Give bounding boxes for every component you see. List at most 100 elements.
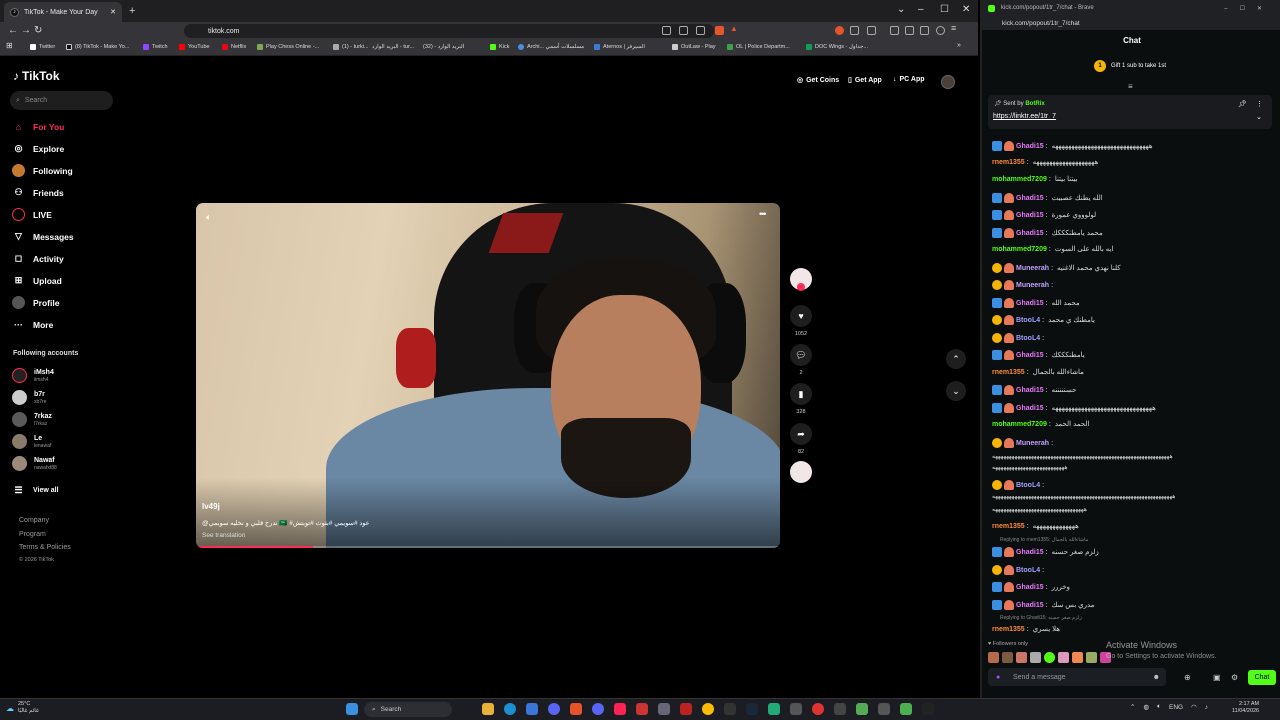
chevron-down-icon[interactable]: ⌄	[1256, 113, 1262, 121]
weather-widget[interactable]: 25°C غائم غالبًا	[18, 701, 39, 715]
like-button[interactable]: ♥ 1052	[790, 305, 812, 337]
creator-avatar-button[interactable]	[790, 268, 812, 291]
nav-more[interactable]: ··· More	[12, 318, 53, 331]
emote-icon[interactable]	[1002, 652, 1013, 663]
app-icon[interactable]	[768, 703, 780, 715]
chat-message[interactable]: Ghadi15: ههههههههههههههههههههههههههههههه	[992, 141, 1153, 151]
bookmark-inbox2[interactable]: (32) - البريد الوارد	[423, 44, 464, 50]
chat-message-input[interactable]: ● Send a message ☻	[988, 668, 1166, 686]
app-icon[interactable]	[680, 703, 692, 715]
pinned-message[interactable]: 📌︎ Sent by BotRix https://linktr.ee/1tr_…	[988, 95, 1272, 129]
rewards-icon[interactable]	[696, 26, 705, 35]
nav-friends[interactable]: ⚇ Friends	[12, 186, 63, 199]
video-player[interactable]: 🔈︎ ••• lv49j @ندرج قلبي و نخليه سويمي 🇸🇦…	[196, 203, 780, 548]
bookmark-turki[interactable]: (1) - turki...	[333, 44, 369, 50]
chat-message[interactable]: Ghadi15: محمد يامطنكككك	[992, 228, 1103, 238]
chat-username[interactable]: rnem1355	[992, 159, 1025, 166]
chat-message[interactable]: mohammed7209: الحمد الحمد	[992, 420, 1089, 429]
nav-explore[interactable]: ◎ Explore	[12, 142, 65, 155]
video-author[interactable]: lv49j	[202, 502, 220, 511]
unpin-icon[interactable]: 📌︎	[1238, 100, 1247, 108]
chat-message[interactable]: Muneerah: كلنا نهدي محمد الاغنيه	[992, 263, 1121, 273]
gift-banner[interactable]: 1 Gift 1 sub to take 1st	[1094, 60, 1166, 72]
wifi-icon[interactable]: ◠	[1191, 703, 1197, 711]
app-icon[interactable]	[812, 703, 824, 715]
chat-username[interactable]: Muneerah	[1016, 282, 1049, 289]
extension-icon[interactable]	[662, 26, 671, 35]
address-bar[interactable]: tiktok.com	[184, 24, 714, 38]
chat-message[interactable]: BtooL4: يامطنك ي محمد	[992, 315, 1095, 325]
tiktok-logo[interactable]: ♪ TikTok	[13, 69, 60, 83]
sound-avatar-button[interactable]	[790, 461, 812, 483]
chat-message[interactable]: rnem1355: ماشاءالله بالجمال	[992, 368, 1084, 377]
app-icon[interactable]	[922, 703, 934, 715]
nav-following[interactable]: Following	[12, 164, 73, 177]
wallet-icon[interactable]	[920, 26, 929, 35]
chat-message[interactable]: Muneerah:	[992, 280, 1057, 290]
discord-icon[interactable]	[548, 703, 560, 715]
chat-username[interactable]: Ghadi15	[1016, 405, 1044, 412]
chevron-down-icon[interactable]: ⌄	[946, 381, 966, 401]
volume-icon[interactable]: 🔈︎	[206, 212, 211, 223]
share-button[interactable]: ➦ 82	[790, 423, 812, 455]
pinned-link[interactable]: https://linktr.ee/1tr_7	[993, 113, 1056, 120]
bookmark-twitch[interactable]: Twitch	[143, 44, 168, 50]
store-icon[interactable]	[526, 703, 538, 715]
settings-icon[interactable]: ⚙	[1231, 673, 1238, 682]
steam-icon[interactable]	[746, 703, 758, 715]
points-icon[interactable]: ⊕	[1184, 673, 1191, 682]
menu-icon[interactable]: ≡	[951, 23, 960, 33]
more-vertical-icon[interactable]: ⋮	[1256, 100, 1263, 108]
brave-rewards-icon[interactable]: ▲	[730, 24, 739, 33]
minecraft-icon[interactable]	[900, 703, 912, 715]
search-input[interactable]: ⌕ Search	[10, 91, 113, 110]
chat-username[interactable]: Ghadi15	[1016, 602, 1044, 609]
account-item[interactable]: Nawaf nawafxt88	[12, 456, 57, 471]
chat-message[interactable]: Ghadi15: زلزم صغر حسنه	[992, 547, 1099, 557]
chat-username[interactable]: Muneerah	[1016, 265, 1049, 272]
share-icon[interactable]	[679, 26, 688, 35]
chat-username[interactable]: Ghadi15	[1016, 300, 1044, 307]
network-icon[interactable]: ◍	[1143, 703, 1149, 711]
chat-username[interactable]: Ghadi15	[1016, 212, 1044, 219]
user-avatar[interactable]	[941, 75, 955, 89]
pc-app-button[interactable]: ↓ PC App	[893, 76, 925, 83]
bookmark-aternos[interactable]: Aternos | السيرفر	[594, 44, 645, 50]
chat-username[interactable]: Ghadi15	[1016, 143, 1044, 150]
nav-upload[interactable]: ⊞ Upload	[12, 274, 62, 287]
emote-icon[interactable]	[1072, 652, 1083, 663]
nav-messages[interactable]: ▽ Messages	[12, 230, 74, 243]
discord-ptb-icon[interactable]	[592, 703, 604, 715]
chat-username[interactable]: BtooL4	[1016, 567, 1040, 574]
sound-icon[interactable]: ♪	[1205, 704, 1208, 711]
music-icon[interactable]	[890, 26, 899, 35]
chat-username[interactable]: mohammed7209	[992, 176, 1047, 183]
account-item[interactable]: 7rkaz l7rkaz	[12, 412, 52, 427]
window-controls[interactable]: –☐✕	[1224, 5, 1274, 12]
chat-username[interactable]: rnem1355	[992, 369, 1025, 376]
bookmark-inbox[interactable]: البريد الوارد - tur...	[372, 44, 414, 50]
bookmark-tiktok[interactable]: (8) TikTok - Make Yo...	[66, 44, 129, 50]
close-window-icon[interactable]: ✕	[962, 4, 970, 15]
chat-username[interactable]: Ghadi15	[1016, 352, 1044, 359]
footer-company[interactable]: Company	[19, 517, 49, 524]
chat-message[interactable]: rnem1355: هههههههههههههه	[992, 522, 1079, 531]
chat-message[interactable]: Ghadi15: الله يطنك عصبيت	[992, 193, 1103, 203]
mic-icon[interactable]: ●	[996, 674, 1000, 681]
sidebar-icon[interactable]	[867, 26, 876, 35]
clock[interactable]: 2:17 AM 11/04/2026	[1232, 701, 1259, 715]
nav-activity[interactable]: ◻ Activity	[12, 252, 64, 265]
apps-icon[interactable]: ⊞	[6, 41, 13, 50]
file-explorer-icon[interactable]	[482, 703, 494, 715]
app-icon[interactable]	[658, 703, 670, 715]
chat-message[interactable]: Muneerah:	[992, 438, 1057, 448]
chat-message[interactable]: Ghadi15: لولوووي عمورة	[992, 210, 1096, 220]
nav-live[interactable]: LIVE	[12, 208, 52, 221]
bookmark-youtube[interactable]: YouTube	[179, 44, 210, 50]
tab-tiktok[interactable]: ♪ TikTok - Make Your Day ✕	[4, 2, 122, 22]
chat-message[interactable]: rnem1355: هلا يسري	[992, 625, 1060, 634]
chat-username[interactable]: BtooL4	[1016, 482, 1040, 489]
xbox-icon[interactable]	[856, 703, 868, 715]
bookmark-twitter[interactable]: Twitter	[30, 44, 55, 50]
chat-username[interactable]: Ghadi15	[1016, 230, 1044, 237]
